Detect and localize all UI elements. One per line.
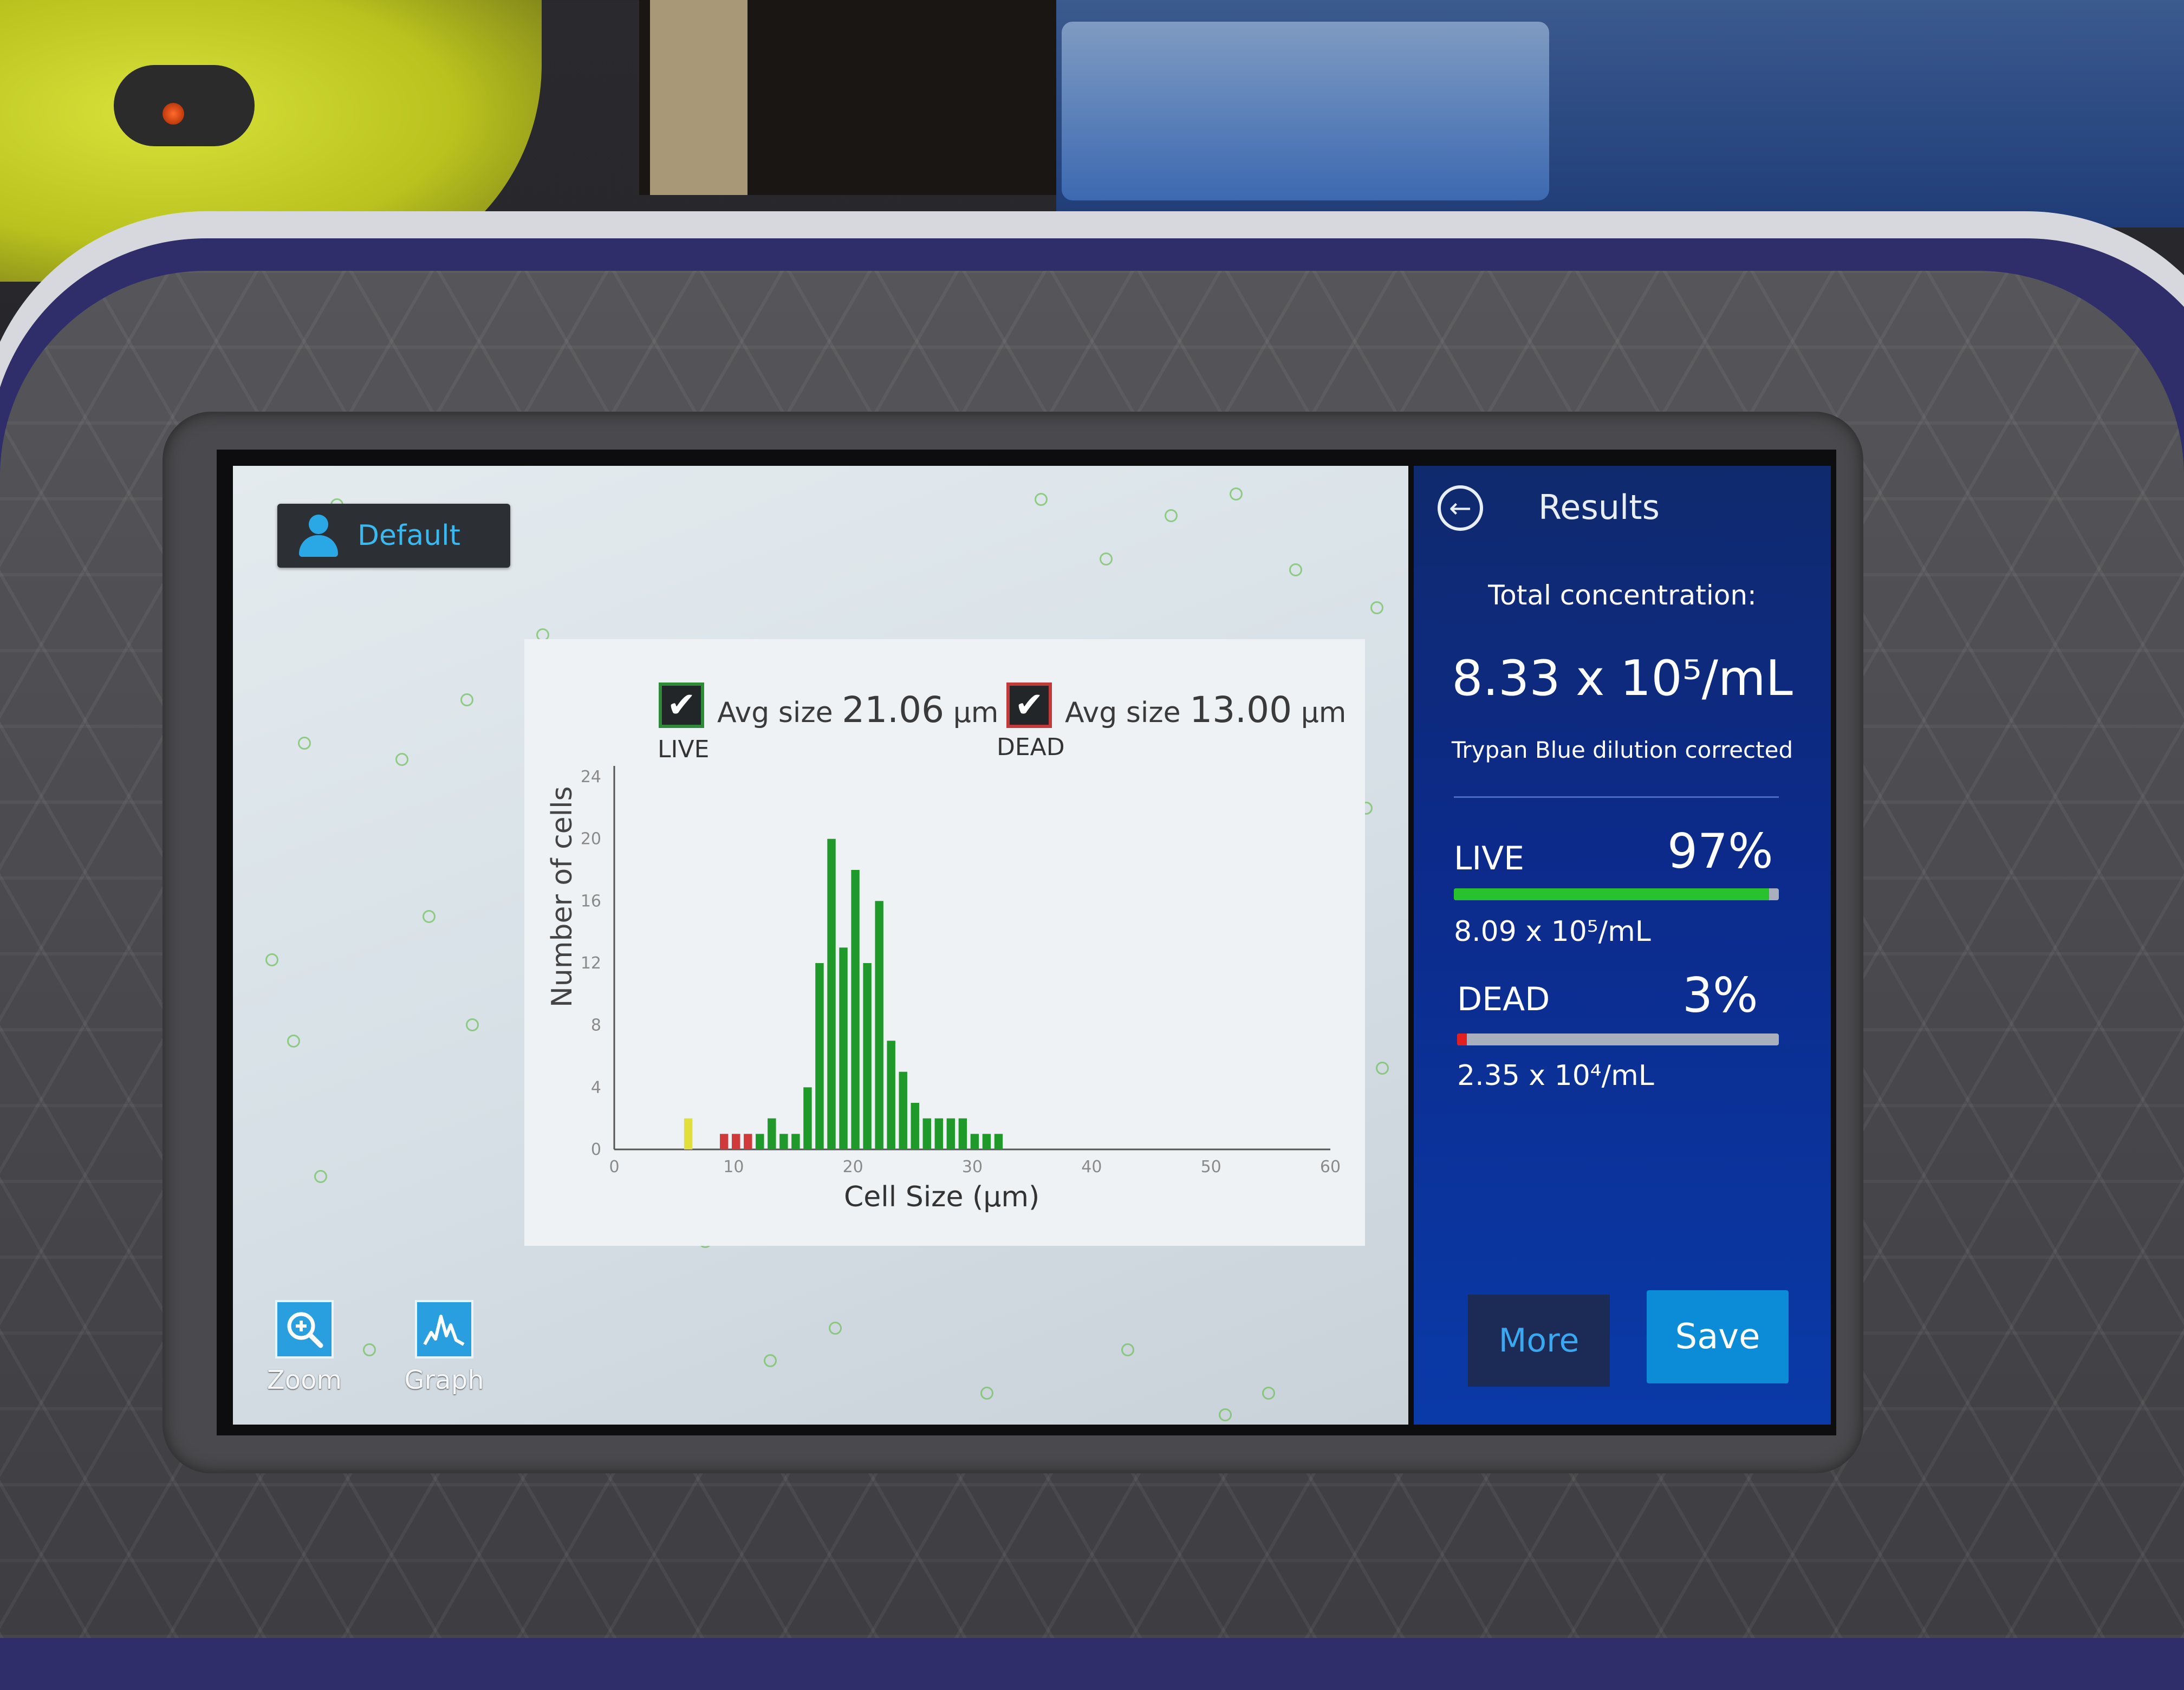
y-tick-label: 4 (591, 1078, 601, 1097)
live-bar (887, 1041, 895, 1149)
live-bar (982, 1134, 991, 1149)
zoom-icon (275, 1300, 334, 1358)
save-button[interactable]: Save (1647, 1290, 1789, 1383)
total-concentration-label: Total concentration: (1488, 580, 1757, 611)
dilution-note: Trypan Blue dilution corrected (1451, 737, 1793, 763)
live-bar (1454, 888, 1779, 900)
live-bar (875, 901, 883, 1149)
y-tick-label: 16 (581, 892, 601, 911)
y-tick-label: 12 (581, 954, 601, 973)
background-blue-box (1062, 22, 1549, 200)
live-bar (815, 963, 824, 1149)
live-bar (899, 1071, 907, 1149)
x-tick-label: 60 (1320, 1158, 1341, 1176)
cell-marker (466, 1018, 479, 1031)
cell-marker (1370, 601, 1383, 614)
live-percent: 97% (1667, 823, 1773, 879)
cell-marker (460, 693, 473, 706)
live-bar (958, 1118, 967, 1149)
graph-icon (415, 1300, 473, 1358)
profile-button[interactable]: Default (277, 504, 510, 568)
y-tick-label: 24 (581, 768, 601, 786)
results-panel: ← Results Total concentration: 8.33 x 10… (1414, 466, 1831, 1425)
more-button[interactable]: More (1468, 1295, 1610, 1387)
x-tick-label: 10 (723, 1158, 744, 1176)
live-bar (756, 1134, 764, 1149)
cell-marker (1035, 493, 1048, 506)
profile-label: Default (358, 519, 460, 552)
dead-percent: 3% (1682, 967, 1758, 1023)
x-tick-label: 50 (1201, 1158, 1221, 1176)
divider (1454, 796, 1779, 798)
live-bar (863, 963, 872, 1149)
histogram-plot: 0 10 20 30 40 50 60 0 4 8 12 16 20 24 (581, 766, 1341, 1176)
cell-marker (422, 910, 435, 923)
dead-bar (732, 1134, 740, 1149)
background-led (162, 103, 184, 125)
cell-marker (1289, 563, 1302, 576)
x-tick-label: 0 (609, 1158, 619, 1176)
x-tick-label: 30 (962, 1158, 983, 1176)
live-bar-fill (1454, 888, 1769, 900)
cell-marker (287, 1035, 300, 1048)
live-bar (839, 947, 848, 1149)
live-bar (803, 1087, 812, 1149)
cell-marker (1230, 487, 1243, 500)
live-bar (922, 1118, 931, 1149)
live-bar (827, 838, 836, 1149)
background-tube (650, 0, 748, 195)
live-bar (911, 1103, 919, 1149)
cell-marker (1121, 1343, 1134, 1356)
user-icon (294, 511, 342, 560)
zoom-button[interactable]: Zoom (261, 1300, 348, 1395)
live-concentration: 8.09 x 10⁵/mL (1454, 915, 1651, 948)
graph-button[interactable]: Graph (401, 1300, 487, 1395)
live-bar (768, 1118, 776, 1149)
cell-marker (363, 1343, 376, 1356)
dead-bar (1457, 1034, 1779, 1045)
back-arrow-icon: ← (1449, 492, 1472, 524)
cell-marker (1165, 509, 1178, 522)
dead-bar-fill (1457, 1034, 1467, 1045)
results-title: Results (1538, 487, 1660, 527)
y-axis-title: Number of cells (546, 786, 578, 1007)
dead-bar (719, 1134, 729, 1149)
cell-marker (829, 1322, 842, 1335)
live-bar (970, 1134, 979, 1149)
dead-label: DEAD (1457, 980, 1550, 1018)
live-bar (994, 1134, 1003, 1149)
live-bar (934, 1118, 944, 1149)
y-tick-label: 20 (581, 830, 601, 849)
cell-marker (1219, 1408, 1232, 1421)
x-axis-title: Cell Size (µm) (844, 1181, 1040, 1213)
x-tick-label: 20 (843, 1158, 863, 1176)
total-concentration-value: 8.33 x 10⁵/mL (1452, 650, 1793, 707)
cell-marker (1262, 1387, 1275, 1400)
live-bar (946, 1118, 955, 1149)
debris-bar (684, 1118, 693, 1149)
dead-bar (744, 1134, 752, 1149)
zoom-label: Zoom (266, 1365, 342, 1395)
live-bar (851, 870, 860, 1149)
dead-concentration: 2.35 x 10⁴/mL (1457, 1060, 1654, 1092)
y-tick-label: 0 (591, 1140, 601, 1159)
cell-marker (265, 953, 278, 966)
cell-marker (395, 753, 408, 766)
cell-marker (1100, 552, 1113, 566)
cell-marker (314, 1170, 327, 1183)
live-label: LIVE (1454, 840, 1525, 877)
x-tick-label: 40 (1081, 1158, 1102, 1176)
cell-marker (980, 1387, 993, 1400)
cell-marker (298, 737, 311, 750)
cell-marker (1376, 1062, 1389, 1075)
background-knob (114, 65, 255, 146)
cell-marker (764, 1354, 777, 1367)
y-tick-label: 8 (591, 1016, 601, 1035)
histogram-card: ✔ Avg size 21.06 µm LIVE ✔ Avg size 13.0… (524, 639, 1365, 1246)
graph-label: Graph (404, 1365, 484, 1395)
live-bar (791, 1134, 800, 1149)
live-bar (779, 1134, 788, 1149)
back-button[interactable]: ← (1438, 485, 1483, 531)
